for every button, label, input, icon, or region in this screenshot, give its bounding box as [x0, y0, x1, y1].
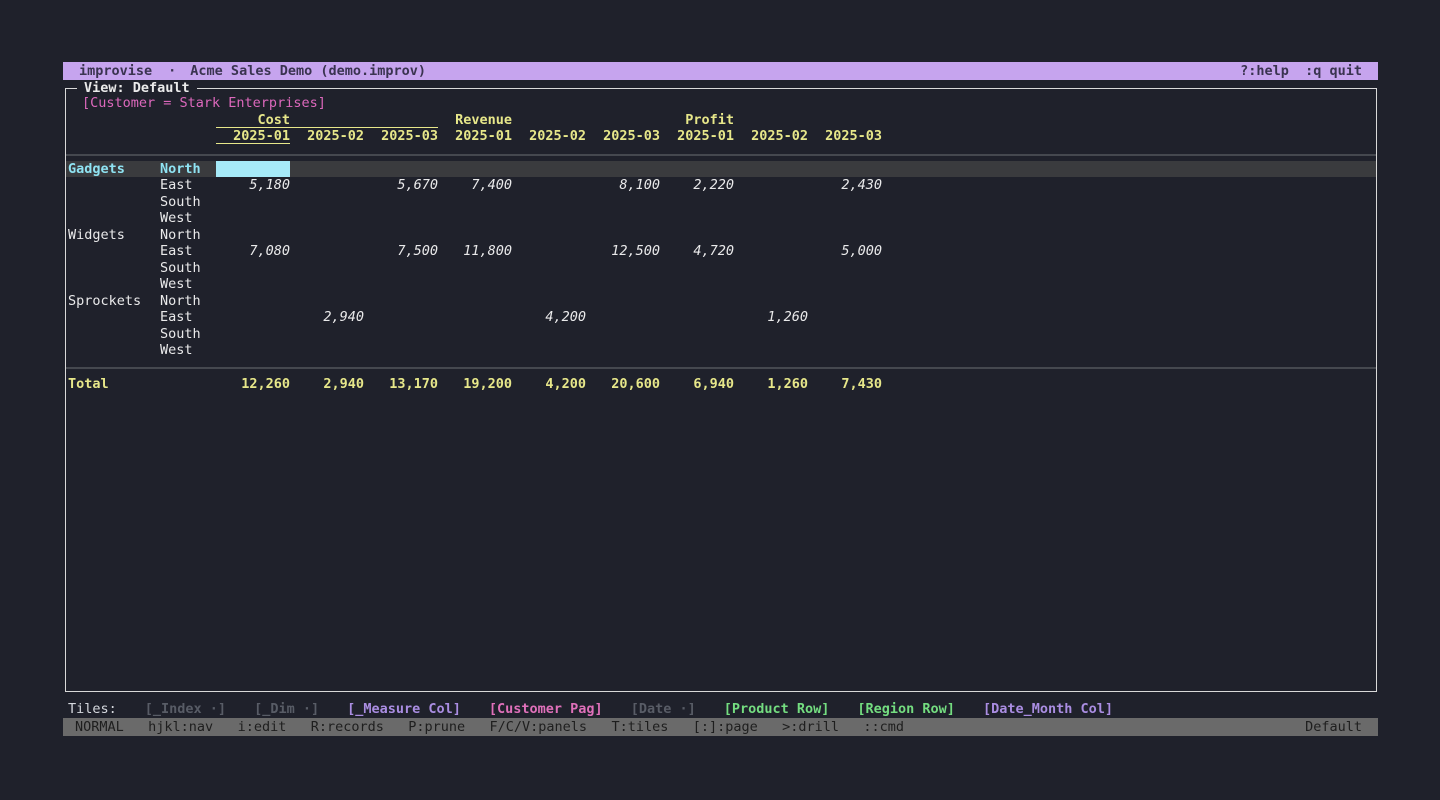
- total-row: Total 12,2602,94013,17019,2004,20020,600…: [66, 376, 1376, 393]
- measure-group-label: Revenue: [438, 112, 512, 129]
- pivot-row[interactable]: West: [66, 342, 1376, 359]
- value-cell[interactable]: 4,720: [660, 243, 734, 260]
- region-label: South: [160, 326, 220, 343]
- measure-group-profit[interactable]: Profit: [660, 112, 882, 128]
- cursor-cell[interactable]: [216, 161, 290, 178]
- total-cell: 13,170: [364, 376, 438, 393]
- region-label: East: [160, 177, 220, 194]
- value-cell[interactable]: 5,000: [808, 243, 882, 260]
- tile-date[interactable]: [Date ·]: [631, 701, 696, 718]
- pivot-row[interactable]: South: [66, 194, 1376, 211]
- header-separator: [66, 154, 1376, 156]
- pivot-rows: GadgetsNorthEast5,1805,6707,4008,1002,22…: [66, 161, 1376, 359]
- measure-group-label: Cost: [216, 112, 290, 129]
- value-cell[interactable]: 7,080: [216, 243, 290, 260]
- value-cell[interactable]: 1,260: [734, 309, 808, 326]
- total-label: Total: [68, 376, 109, 393]
- pivot-row[interactable]: East7,080 7,50011,800 12,5004,720 5,000: [66, 243, 1376, 260]
- pivot-row[interactable]: West: [66, 210, 1376, 227]
- region-label: South: [160, 194, 220, 211]
- pivot-row[interactable]: West: [66, 276, 1376, 293]
- region-label: North: [160, 161, 220, 178]
- value-cell[interactable]: 11,800: [438, 243, 512, 260]
- region-label: North: [160, 227, 220, 244]
- region-label: North: [160, 293, 220, 310]
- status-bar: NORMAL hjkl:nav i:edit R:records P:prune…: [63, 718, 1378, 736]
- value-cell[interactable]: 2,940: [290, 309, 364, 326]
- tiles-label: Tiles:: [68, 701, 117, 718]
- value-cell[interactable]: 2,430: [808, 177, 882, 194]
- pivot-row[interactable]: GadgetsNorth: [66, 161, 1376, 178]
- measure-group-revenue[interactable]: Revenue: [438, 112, 660, 128]
- pivot-row[interactable]: East 2,940 4,200 1,260: [66, 309, 1376, 326]
- region-label: West: [160, 276, 220, 293]
- tile-product-row[interactable]: [Product Row]: [724, 701, 830, 718]
- current-view-name: Default: [1305, 718, 1362, 736]
- total-separator: [66, 367, 1376, 369]
- tile-_measure-col[interactable]: [_Measure Col]: [347, 701, 461, 718]
- measure-group-row: Cost Revenue Profit: [66, 112, 1376, 129]
- view-title: View: Default: [77, 80, 197, 97]
- month-column-header[interactable]: 2025-03: [808, 128, 882, 144]
- month-column-header[interactable]: 2025-02: [512, 128, 586, 144]
- status-left: NORMAL hjkl:nav i:edit R:records P:prune…: [75, 718, 904, 736]
- tile-date_month-col[interactable]: [Date_Month Col]: [983, 701, 1113, 718]
- total-cell: 12,260: [216, 376, 290, 393]
- pivot-row[interactable]: South: [66, 260, 1376, 277]
- total-cell: 7,430: [808, 376, 882, 393]
- total-cell: 1,260: [734, 376, 808, 393]
- help-quit-hint[interactable]: ?:help :q quit: [1240, 62, 1362, 80]
- pivot-view-panel: View: Default [Customer = Stark Enterpri…: [65, 88, 1377, 692]
- pivot-row[interactable]: East5,180 5,6707,400 8,1002,220 2,430: [66, 177, 1376, 194]
- month-column-header[interactable]: 2025-01: [438, 128, 512, 144]
- value-cell[interactable]: 2,220: [660, 177, 734, 194]
- total-cell: 4,200: [512, 376, 586, 393]
- pivot-row[interactable]: South: [66, 326, 1376, 343]
- month-header-row: 2025-012025-022025-032025-012025-022025-…: [66, 128, 1376, 145]
- title-bar: improvise·Acme Sales Demo (demo.improv) …: [63, 62, 1378, 80]
- month-column-header[interactable]: 2025-01: [216, 128, 290, 144]
- month-column-header[interactable]: 2025-01: [660, 128, 734, 144]
- value-cell[interactable]: 12,500: [586, 243, 660, 260]
- region-label: East: [160, 243, 220, 260]
- pivot-row[interactable]: WidgetsNorth: [66, 227, 1376, 244]
- value-cell[interactable]: 7,500: [364, 243, 438, 260]
- mode-indicator: NORMAL: [75, 719, 124, 735]
- total-cell: 6,940: [660, 376, 734, 393]
- measure-group-cost[interactable]: Cost: [216, 112, 438, 128]
- page-filter-badge[interactable]: [Customer = Stark Enterprises]: [82, 95, 1376, 112]
- tiles-bar: Tiles: [_Index ·] [_Dim ·] [_Measure Col] […: [64, 701, 1113, 718]
- month-column-header[interactable]: 2025-02: [734, 128, 808, 144]
- tile-_index[interactable]: [_Index ·]: [145, 701, 226, 718]
- total-cell: 19,200: [438, 376, 512, 393]
- value-cell[interactable]: 8,100: [586, 177, 660, 194]
- region-label: West: [160, 210, 220, 227]
- region-label: South: [160, 260, 220, 277]
- month-column-header[interactable]: 2025-02: [290, 128, 364, 144]
- total-cell: 2,940: [290, 376, 364, 393]
- tile-customer-pag[interactable]: [Customer Pag]: [489, 701, 603, 718]
- value-cell[interactable]: 7,400: [438, 177, 512, 194]
- measure-group-label: Profit: [660, 112, 734, 129]
- tile-_dim[interactable]: [_Dim ·]: [254, 701, 319, 718]
- file-title: Acme Sales Demo (demo.improv): [190, 63, 426, 79]
- region-label: West: [160, 342, 220, 359]
- app-name: improvise: [79, 63, 152, 79]
- value-cell[interactable]: 5,670: [364, 177, 438, 194]
- month-column-header[interactable]: 2025-03: [586, 128, 660, 144]
- title-separator-dot: ·: [168, 63, 176, 79]
- value-cell[interactable]: 5,180: [216, 177, 290, 194]
- month-column-header[interactable]: 2025-03: [364, 128, 438, 144]
- pivot-row[interactable]: SprocketsNorth: [66, 293, 1376, 310]
- value-cell[interactable]: 4,200: [512, 309, 586, 326]
- title-bar-left: improvise · Acme Sales Demo (demo.improv): [79, 62, 426, 80]
- tile-region-row[interactable]: [Region Row]: [857, 701, 955, 718]
- region-label: East: [160, 309, 220, 326]
- keybinding-hints: hjkl:nav i:edit R:records P:prune F/C/V:…: [124, 719, 904, 735]
- total-cell: 20,600: [586, 376, 660, 393]
